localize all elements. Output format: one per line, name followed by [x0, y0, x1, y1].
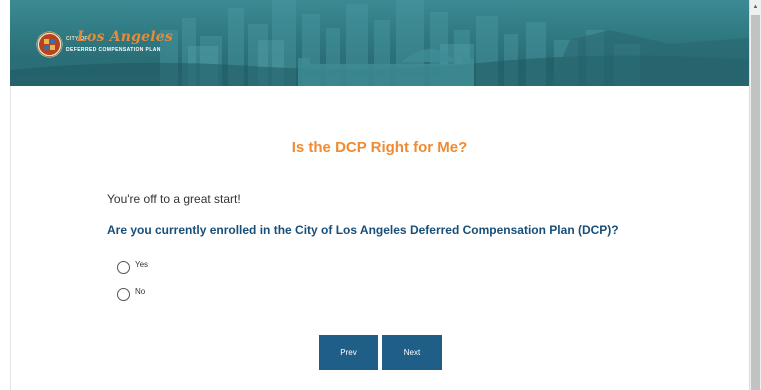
radio-yes[interactable]: [117, 261, 130, 274]
page-viewport: CITY OF Los Angeles DEFERRED COMPENSATIO…: [0, 0, 749, 390]
logo-los-angeles: Los Angeles: [77, 29, 173, 45]
intro-text: You're off to a great start!: [107, 192, 241, 206]
scroll-thumb[interactable]: [751, 15, 760, 390]
header-banner: CITY OF Los Angeles DEFERRED COMPENSATIO…: [10, 0, 749, 86]
option-yes[interactable]: Yes: [117, 260, 149, 274]
city-seal-icon: [36, 31, 63, 58]
page-title: Is the DCP Right for Me?: [291, 139, 468, 156]
option-no-label: No: [135, 287, 146, 296]
scroll-up-arrow-icon[interactable]: ▲: [750, 0, 761, 14]
logo-subtitle: DEFERRED COMPENSATION PLAN: [66, 47, 161, 53]
option-yes-label: Yes: [135, 260, 149, 269]
option-no[interactable]: No: [117, 287, 146, 301]
question-text: Are you currently enrolled in the City o…: [107, 223, 619, 237]
prev-button[interactable]: Prev: [319, 335, 378, 370]
radio-no[interactable]: [117, 288, 130, 301]
next-button[interactable]: Next: [382, 335, 442, 370]
vertical-scrollbar[interactable]: ▲: [749, 0, 761, 390]
site-logo[interactable]: CITY OF Los Angeles DEFERRED COMPENSATIO…: [36, 29, 186, 61]
